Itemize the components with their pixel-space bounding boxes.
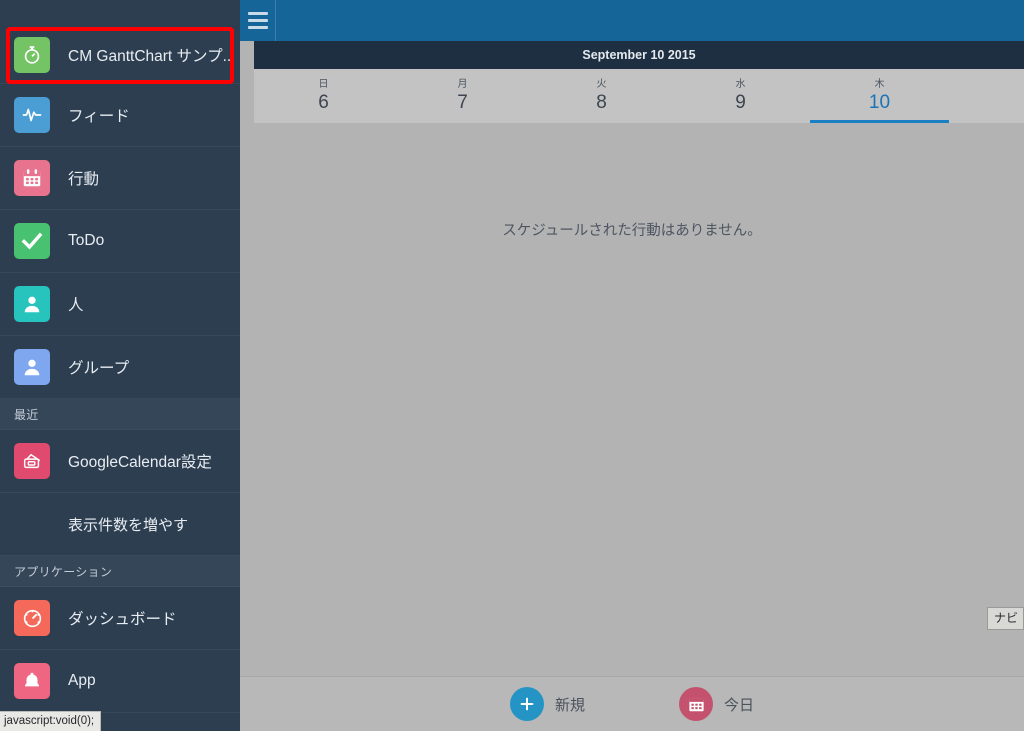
sidebar-item-gantt-sample[interactable]: CM GanttChart サンプ... [0,27,240,84]
sidebar-item-dashboard[interactable]: ダッシュボード [0,587,240,650]
ticket-icon [14,443,50,479]
check-icon [14,223,50,259]
new-button[interactable]: 新規 [509,687,585,721]
sidebar-item-feed[interactable]: フィード [0,84,240,147]
day-of-week-label: 日 [318,79,329,90]
app-root: CM GanttChart サンプ... フィード 行動 ToDo 人 グループ… [0,0,1024,731]
sidebar-item-label: 行動 [68,171,100,188]
day-number-label: 10 [868,92,891,113]
day-number-label: 8 [596,92,607,113]
day-strip: 日 6 月 7 火 8 水 9 木 10 [254,69,1024,123]
sidebar-item-app[interactable]: App [0,650,240,713]
day-number-label: 7 [457,92,468,113]
today-button[interactable]: 今日 [679,687,754,721]
sidebar-item-todo[interactable]: ToDo [0,210,240,273]
sidebar-item-people[interactable]: 人 [0,273,240,336]
hamburger-icon[interactable] [240,0,276,41]
sidebar-section-label: アプリケーション [14,564,113,579]
sidebar-item-groups[interactable]: グループ [0,336,240,399]
day-of-week-label: 木 [874,79,885,90]
sidebar-item-google-calendar-settings[interactable]: GoogleCalendar設定 [0,430,240,493]
sidebar-section-label: 最近 [14,407,39,422]
empty-state-message: スケジュールされた行動はありません。 [502,223,762,239]
top-bar [240,0,1024,41]
sidebar-item-label: グループ [68,360,130,377]
new-button-label: 新規 [554,696,585,714]
sidebar-item-label: CM GanttChart サンプ... [68,48,236,65]
sidebar-item-actions[interactable]: 行動 [0,147,240,210]
sidebar-item-label: ToDo [68,232,105,249]
pulse-icon [14,97,50,133]
sidebar: CM GanttChart サンプ... フィード 行動 ToDo 人 グループ… [0,0,240,731]
day-column-9[interactable]: 水 9 [671,69,810,123]
person-icon [14,286,50,322]
sidebar-section-applications: アプリケーション [0,556,240,587]
stopwatch-icon [14,37,50,73]
sidebar-show-more-link[interactable]: 表示件数を増やす [0,493,240,556]
day-of-week-label: 月 [457,79,468,90]
sidebar-item-label: ダッシュボード [68,611,177,628]
month-title-bar: September 10 2015 [254,41,1024,69]
sidebar-item-label: 人 [68,297,84,314]
sidebar-section-recent: 最近 [0,399,240,430]
sidebar-item-label: フィード [68,108,130,125]
plus-icon [509,687,544,721]
bell-icon [14,663,50,699]
hamburger-bar [247,12,268,15]
day-column-8[interactable]: 火 8 [532,69,671,123]
footer-toolbar: 新規 今日 [240,676,1024,731]
group-icon [14,349,50,385]
main-content: September 10 2015 日 6 月 7 火 8 水 9 木 10 ス… [240,0,1024,731]
sidebar-item-label: GoogleCalendar設定 [68,454,212,471]
day-column-7[interactable]: 月 7 [393,69,532,123]
calendar-icon [14,160,50,196]
day-of-week-label: 火 [596,79,607,90]
day-column-6[interactable]: 日 6 [254,69,393,123]
day-number-label: 9 [735,92,746,113]
sidebar-item-label: App [68,672,96,689]
day-number-label: 6 [318,92,329,113]
day-column-10-selected[interactable]: 木 10 [810,69,949,123]
today-button-label: 今日 [724,696,755,714]
hamburger-bar [247,26,268,29]
page-title: September 10 2015 [582,48,696,62]
day-of-week-label: 水 [735,79,746,90]
hamburger-bar [247,19,268,22]
schedule-canvas: スケジュールされた行動はありません。 ナビ [240,123,1024,676]
calendar-today-icon [679,687,713,721]
status-bar-link-hint: javascript:void(0); [0,711,102,731]
day-column-next-partial[interactable] [949,69,1019,123]
nav-tooltip-button[interactable]: ナビ [986,607,1024,630]
sidebar-show-more-label: 表示件数を増やす [68,516,189,534]
gauge-icon [14,600,50,636]
